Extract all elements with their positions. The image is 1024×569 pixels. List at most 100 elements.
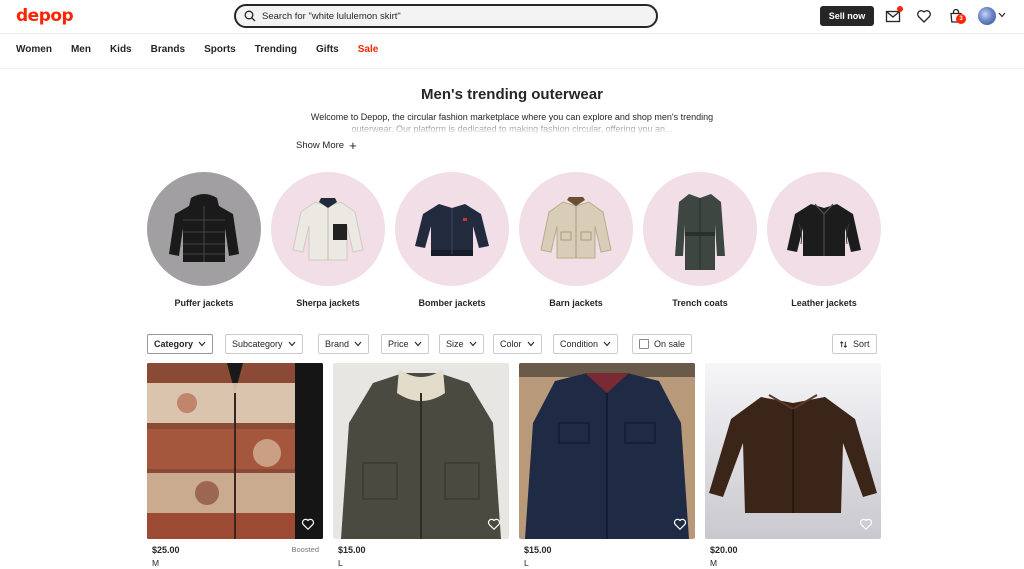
category-leather-jackets[interactable]: Leather jackets xyxy=(767,172,881,308)
product-photo xyxy=(705,363,881,539)
nav-gifts[interactable]: Gifts xyxy=(316,44,339,55)
product-image[interactable] xyxy=(705,363,881,539)
on-sale-checkbox[interactable] xyxy=(639,339,649,349)
category-puffer-jackets[interactable]: Puffer jackets xyxy=(147,172,261,308)
filter-color[interactable]: Color xyxy=(493,334,542,354)
chevron-down-icon xyxy=(354,341,362,347)
category-image xyxy=(643,172,757,286)
filter-label: Size xyxy=(446,339,464,349)
sort-button[interactable]: Sort xyxy=(832,334,877,354)
sell-now-button[interactable]: Sell now xyxy=(820,6,874,26)
category-label: Leather jackets xyxy=(791,298,857,308)
product-size: L xyxy=(338,558,343,568)
search-input[interactable] xyxy=(262,10,642,22)
category-label: Sherpa jackets xyxy=(296,298,360,308)
main-nav: Women Men Kids Brands Sports Trending Gi… xyxy=(16,44,397,55)
bomber-jacket-image xyxy=(415,204,489,256)
heart-icon[interactable] xyxy=(301,517,315,531)
product-image[interactable] xyxy=(519,363,695,539)
product-photo xyxy=(147,363,323,539)
category-image xyxy=(519,172,633,286)
category-label: Puffer jackets xyxy=(174,298,234,308)
category-label: Trench coats xyxy=(672,298,728,308)
filter-label: Price xyxy=(388,339,409,349)
heart-icon xyxy=(917,10,931,23)
chevron-down-icon[interactable] xyxy=(998,12,1006,18)
category-image xyxy=(147,172,261,286)
page-title: Men's trending outerwear xyxy=(421,86,603,103)
search-bar[interactable] xyxy=(234,4,658,28)
nav-men[interactable]: Men xyxy=(71,44,91,55)
product-size: M xyxy=(710,558,718,568)
filter-label: Brand xyxy=(325,339,350,349)
sort-icon xyxy=(840,340,847,348)
product-price: $20.00 xyxy=(710,545,738,555)
category-image xyxy=(767,172,881,286)
puffer-jacket-image xyxy=(169,194,239,262)
product-card[interactable]: $25.00 M Boosted xyxy=(147,363,323,568)
nav-divider xyxy=(0,68,1024,69)
trench-coat-image xyxy=(675,194,725,270)
filter-category[interactable]: Category xyxy=(147,334,214,354)
category-label: Barn jackets xyxy=(549,298,603,308)
category-barn-jackets[interactable]: Barn jackets xyxy=(519,172,633,308)
filter-label: Subcategory xyxy=(232,339,283,349)
product-photo xyxy=(333,363,509,539)
category-label: Bomber jackets xyxy=(418,298,486,308)
heart-icon[interactable] xyxy=(673,517,687,531)
chevron-down-icon xyxy=(198,341,206,347)
search-icon xyxy=(244,10,256,22)
messages-button[interactable] xyxy=(885,6,903,24)
chevron-down-icon xyxy=(603,341,611,347)
nav-kids[interactable]: Kids xyxy=(110,44,132,55)
heart-icon[interactable] xyxy=(487,517,501,531)
filter-condition[interactable]: Condition xyxy=(553,334,619,354)
chevron-down-icon xyxy=(527,341,534,347)
cart-count-badge: 3 xyxy=(956,14,966,24)
product-size: L xyxy=(524,558,529,568)
nav-women[interactable]: Women xyxy=(16,44,52,55)
heart-icon[interactable] xyxy=(859,517,873,531)
boosted-label: Boosted xyxy=(291,545,319,554)
show-more-button[interactable]: Show More + xyxy=(296,137,357,153)
barn-jacket-image xyxy=(540,197,612,259)
product-card[interactable]: $15.00 L xyxy=(333,363,509,568)
nav-sale[interactable]: Sale xyxy=(358,44,379,55)
filter-label: Category xyxy=(154,339,194,349)
avatar[interactable] xyxy=(978,7,996,25)
chevron-down-icon xyxy=(469,341,476,347)
leather-jacket-image xyxy=(787,203,861,256)
product-photo xyxy=(519,363,695,539)
product-price: $15.00 xyxy=(524,545,552,555)
filter-label: On sale xyxy=(654,339,686,349)
product-image[interactable] xyxy=(333,363,509,539)
bag-button[interactable]: 3 xyxy=(948,8,966,24)
category-sherpa-jackets[interactable]: Sherpa jackets xyxy=(271,172,385,308)
nav-brands[interactable]: Brands xyxy=(151,44,185,55)
nav-trending[interactable]: Trending xyxy=(255,44,297,55)
product-size: M xyxy=(152,558,160,568)
nav-sports[interactable]: Sports xyxy=(204,44,236,55)
filter-on-sale[interactable]: On sale xyxy=(632,334,693,354)
category-bomber-jackets[interactable]: Bomber jackets xyxy=(395,172,509,308)
filter-subcategory[interactable]: Subcategory xyxy=(225,334,303,354)
product-image[interactable] xyxy=(147,363,323,539)
notification-dot xyxy=(897,6,903,12)
product-card[interactable]: $15.00 L xyxy=(519,363,695,568)
plus-icon: + xyxy=(349,137,357,153)
depop-logo[interactable]: depop xyxy=(16,6,74,26)
filter-label: Condition xyxy=(560,339,599,349)
category-trench-coats[interactable]: Trench coats xyxy=(643,172,757,308)
category-image xyxy=(395,172,509,286)
likes-button[interactable] xyxy=(916,8,932,24)
product-price: $15.00 xyxy=(338,545,366,555)
filter-brand[interactable]: Brand xyxy=(318,334,370,354)
product-card[interactable]: $20.00 M xyxy=(705,363,881,568)
filter-size[interactable]: Size xyxy=(439,334,484,354)
category-image xyxy=(271,172,385,286)
show-more-label: Show More xyxy=(296,140,345,151)
sherpa-jacket-image xyxy=(292,198,364,261)
intro-fade xyxy=(296,121,728,135)
chevron-down-icon xyxy=(288,341,295,347)
filter-price[interactable]: Price xyxy=(381,334,429,354)
